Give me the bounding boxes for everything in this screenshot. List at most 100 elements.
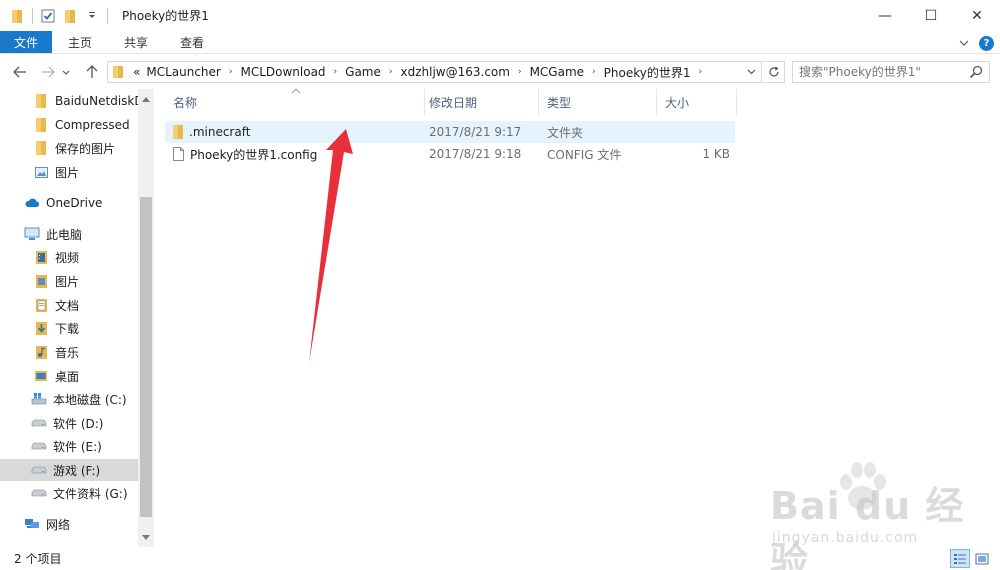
tab-view[interactable]: 查看: [164, 31, 220, 53]
nav-item-label: 下载: [55, 321, 80, 336]
nav-item-network[interactable]: 网络: [0, 513, 138, 535]
breadcrumb-item-game[interactable]: Game: [342, 65, 384, 79]
breadcrumb-separator[interactable]: ›: [587, 67, 601, 77]
address-bar[interactable]: « MCLauncher › MCLDownload › Game › xdzh…: [107, 61, 762, 83]
nav-item-documents[interactable]: 文档: [0, 294, 138, 316]
nav-item-pictures[interactable]: 图片: [0, 270, 138, 292]
expand-ribbon-button[interactable]: [955, 34, 973, 52]
tab-file[interactable]: 文件: [0, 31, 53, 53]
navigation-bar: « MCLauncher › MCLDownload › Game › xdzh…: [0, 55, 1000, 89]
column-header-date[interactable]: 修改日期: [421, 89, 539, 115]
breadcrumb-item-mcgame[interactable]: MCGame: [527, 65, 587, 79]
folder-icon: [33, 117, 49, 133]
nav-item-onedrive[interactable]: OneDrive: [0, 192, 138, 214]
properties-icon[interactable]: [37, 5, 59, 27]
breadcrumb-item-mclauncher[interactable]: MCLauncher: [143, 65, 224, 79]
breadcrumb-separator[interactable]: ›: [329, 67, 343, 77]
nav-item-label: BaiduNetdiskDo: [55, 94, 138, 108]
forward-button[interactable]: [36, 60, 60, 84]
nav-item-music[interactable]: 音乐: [0, 341, 138, 363]
nav-item-label: 网络: [46, 517, 71, 532]
tab-share[interactable]: 共享: [108, 31, 164, 53]
nav-item-saved-pictures[interactable]: 保存的图片: [0, 137, 138, 159]
address-history-button[interactable]: [744, 65, 758, 79]
pictures-icon: [33, 164, 49, 180]
file-icon: [173, 147, 184, 161]
drive-icon: [31, 438, 47, 454]
file-date: 2017/8/21 9:17: [429, 125, 522, 139]
network-icon: [24, 516, 40, 532]
nav-item-label: 文件资料 (G:): [53, 486, 128, 501]
nav-item-videos[interactable]: 视频: [0, 246, 138, 268]
new-folder-icon[interactable]: [59, 5, 81, 27]
scrollbar-thumb[interactable]: [140, 197, 152, 517]
breadcrumb-item-account[interactable]: xdzhljw@163.com: [398, 65, 513, 79]
column-header-name[interactable]: 名称: [165, 87, 425, 115]
chevron-down-icon: [62, 70, 70, 75]
nav-item-label: 文档: [55, 298, 80, 313]
nav-item-pictures-quick[interactable]: 图片: [0, 161, 138, 183]
nav-item-compressed[interactable]: Compressed: [0, 114, 138, 136]
breadcrumb-separator[interactable]: ›: [693, 67, 707, 77]
nav-item-this-pc[interactable]: 此电脑: [0, 223, 138, 245]
file-list: 名称 修改日期 类型 大小 .minecraft 2017/8/21 9:17 …: [165, 87, 1000, 547]
column-header-type[interactable]: 类型: [539, 89, 657, 115]
customize-toolbar-icon[interactable]: [81, 5, 103, 27]
search-input[interactable]: [799, 65, 969, 79]
drive-icon: [31, 415, 47, 431]
details-view-button[interactable]: [950, 549, 970, 568]
nav-item-drive-c[interactable]: 本地磁盘 (C:): [0, 388, 138, 410]
up-button[interactable]: [80, 60, 104, 84]
breadcrumb-overflow[interactable]: «: [130, 65, 143, 79]
documents-icon: [33, 297, 49, 313]
file-name-cell: Phoeky的世界1.config: [173, 143, 317, 165]
maximize-button[interactable]: ☐: [908, 0, 954, 31]
window-folder-icon: [6, 5, 28, 27]
search-box[interactable]: [792, 61, 990, 83]
navigation-pane: BaiduNetdiskDo Compressed 保存的图片 图片 OneDr…: [0, 89, 154, 547]
nav-item-drive-d[interactable]: 软件 (D:): [0, 412, 138, 434]
file-type: 文件夹: [547, 125, 584, 140]
breadcrumb-item-world[interactable]: Phoeky的世界1: [601, 64, 694, 81]
nav-item-drive-g[interactable]: 文件资料 (G:): [0, 482, 138, 504]
large-icons-view-button[interactable]: [972, 549, 992, 568]
recent-locations-button[interactable]: [58, 60, 74, 84]
breadcrumb-separator[interactable]: ›: [384, 67, 398, 77]
minimize-button[interactable]: —: [862, 0, 908, 31]
column-header-label: 名称: [173, 95, 198, 110]
table-row[interactable]: Phoeky的世界1.config 2017/8/21 9:18 CONFIG …: [165, 143, 735, 165]
window-title: Phoeky的世界1: [122, 9, 209, 23]
refresh-button[interactable]: [763, 61, 785, 83]
file-size: [665, 121, 730, 143]
refresh-icon: [768, 66, 779, 77]
nav-item-drive-f[interactable]: 游戏 (F:): [0, 459, 138, 481]
folder-icon: [33, 93, 49, 109]
close-button[interactable]: ✕: [954, 0, 1000, 31]
breadcrumb-separator[interactable]: ›: [513, 67, 527, 77]
nav-item-desktop[interactable]: 桌面: [0, 365, 138, 387]
file-type: CONFIG 文件: [547, 147, 622, 162]
tab-home[interactable]: 主页: [52, 31, 108, 53]
toolbar-divider: [107, 7, 108, 24]
nav-item-baidunetdisk[interactable]: BaiduNetdiskDo: [0, 90, 138, 112]
close-icon: ✕: [971, 7, 983, 24]
help-button[interactable]: ?: [979, 35, 994, 51]
file-date: 2017/8/21 9:18: [429, 147, 522, 161]
back-button[interactable]: [8, 60, 32, 84]
details-view-icon: [954, 553, 966, 564]
nav-item-label: 桌面: [55, 369, 80, 384]
sort-up-icon: [291, 87, 301, 97]
table-row[interactable]: .minecraft 2017/8/21 9:17 文件夹: [165, 121, 735, 143]
nav-scrollbar[interactable]: [138, 89, 154, 547]
breadcrumb-separator[interactable]: ›: [224, 67, 238, 77]
nav-item-downloads[interactable]: 下载: [0, 317, 138, 339]
nav-item-drive-e[interactable]: 软件 (E:): [0, 435, 138, 457]
ribbon-tabs: 文件 主页 共享 查看 ?: [0, 31, 1000, 54]
column-header-size[interactable]: 大小: [657, 89, 737, 115]
breadcrumb-item-mcldownload[interactable]: MCLDownload: [237, 65, 328, 79]
scroll-down-button[interactable]: [138, 529, 154, 545]
arrow-up-icon: [86, 65, 98, 78]
scroll-up-button[interactable]: [138, 91, 154, 107]
search-icon[interactable]: [969, 65, 983, 82]
address-folder-icon: [112, 65, 124, 79]
